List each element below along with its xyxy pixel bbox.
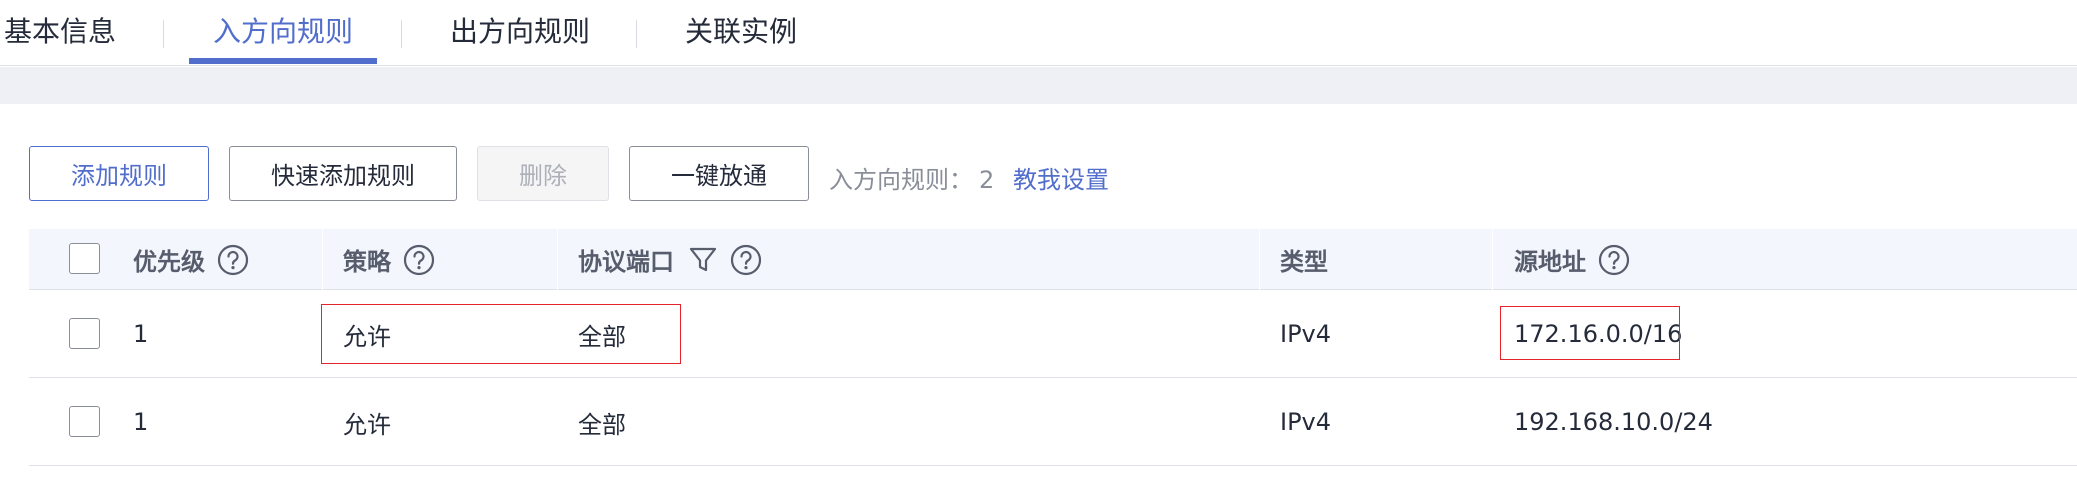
tab-separator — [163, 20, 164, 48]
tab-inbound-rules[interactable]: 入方向规则 — [213, 12, 353, 52]
help-icon[interactable] — [217, 244, 249, 276]
tab-basic-info[interactable]: 基本信息 — [4, 12, 116, 52]
help-icon[interactable] — [1598, 244, 1630, 276]
filter-icon[interactable] — [688, 245, 718, 275]
select-all-checkbox[interactable] — [69, 243, 100, 274]
table-row: 1 允许 全部 IPv4 192.168.10.0/24 — [29, 378, 2077, 466]
header-priority: 优先级 — [133, 229, 249, 290]
header-priority-label: 优先级 — [133, 248, 205, 276]
annotation-highlight-policy-port — [321, 304, 681, 364]
header-policy-label: 策略 — [343, 248, 391, 276]
header-type-label: 类型 — [1280, 248, 1328, 276]
header-protocol-port: 协议端口 — [578, 229, 762, 290]
cell-protocol-port: 全部 — [578, 410, 626, 439]
annotation-highlight-source-address — [1500, 306, 1680, 360]
cell-type: IPv4 — [1280, 408, 1332, 436]
table-header: 优先级 策略 协议端口 类型 源地址 — [29, 229, 2077, 290]
rule-count-value: 2 — [979, 166, 995, 194]
cell-priority: 1 — [133, 408, 149, 436]
section-divider-band — [0, 67, 2077, 104]
cell-type: IPv4 — [1280, 320, 1332, 348]
header-source-address-label: 源地址 — [1514, 248, 1586, 276]
cell-priority: 1 — [133, 320, 149, 348]
header-protocol-port-label: 协议端口 — [578, 248, 674, 276]
cell-source-address: 192.168.10.0/24 — [1514, 408, 1713, 436]
help-icon[interactable] — [403, 244, 435, 276]
quick-add-rule-button[interactable]: 快速添加规则 — [229, 146, 457, 201]
add-rule-button[interactable]: 添加规则 — [29, 146, 209, 201]
one-click-allow-button[interactable]: 一键放通 — [629, 146, 809, 201]
active-tab-indicator — [189, 58, 377, 64]
row-checkbox[interactable] — [69, 318, 100, 349]
row-checkbox[interactable] — [69, 406, 100, 437]
header-policy: 策略 — [343, 229, 435, 290]
tab-separator — [636, 20, 637, 48]
delete-button[interactable]: 删除 — [477, 146, 609, 201]
tab-associated-instances[interactable]: 关联实例 — [685, 12, 797, 52]
column-divider — [1259, 229, 1260, 290]
tab-outbound-rules[interactable]: 出方向规则 — [450, 12, 590, 52]
cell-policy: 允许 — [343, 410, 391, 439]
help-icon[interactable] — [730, 244, 762, 276]
column-divider — [557, 229, 558, 290]
tab-bar: 基本信息 入方向规则 出方向规则 关联实例 — [0, 0, 2077, 66]
inbound-rule-count: 入方向规则： 2 — [829, 160, 994, 195]
rule-count-label: 入方向规则： — [829, 166, 973, 194]
header-source-address: 源地址 — [1514, 229, 1630, 290]
header-type: 类型 — [1280, 229, 1328, 290]
column-divider — [1492, 229, 1493, 290]
tab-separator — [401, 20, 402, 48]
teach-me-setup-link[interactable]: 教我设置 — [1013, 160, 1109, 195]
column-divider — [322, 229, 323, 290]
